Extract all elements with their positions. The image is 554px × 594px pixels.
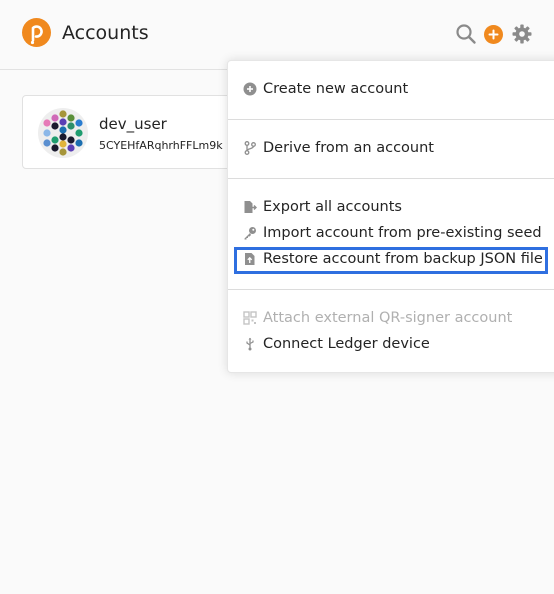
search-icon[interactable] (455, 23, 477, 45)
menu-item-derive-account[interactable]: Derive from an account (243, 137, 548, 159)
menu-item-connect-ledger[interactable]: Connect Ledger device (243, 333, 548, 355)
menu-item-label: Restore account from backup JSON file (263, 251, 543, 267)
menu-item-import-seed[interactable]: Import account from pre-existing seed (243, 222, 548, 244)
menu-divider (228, 289, 554, 290)
menu-item-label: Attach external QR-signer account (263, 310, 513, 326)
key-icon (243, 226, 257, 240)
add-account-icon[interactable] (484, 25, 503, 44)
menu-divider (228, 178, 554, 179)
menu-item-create-account[interactable]: Create new account (243, 78, 548, 100)
menu-item-label: Connect Ledger device (263, 336, 430, 352)
accounts-menu: Create new account Derive from an accoun… (227, 60, 554, 373)
menu-item-restore-json[interactable]: Restore account from backup JSON file (243, 248, 548, 270)
plus-circle-icon (243, 82, 257, 96)
file-export-icon (243, 200, 257, 214)
usb-icon (243, 337, 257, 351)
account-address[interactable]: 5CYEHfARqhrhFFLm9k (99, 139, 229, 152)
menu-item-export-all[interactable]: Export all accounts (243, 196, 548, 218)
branch-icon (243, 141, 257, 155)
account-card[interactable]: dev_user 5CYEHfARqhrhFFLm9k (22, 95, 262, 169)
gear-icon[interactable] (511, 23, 533, 45)
menu-item-label: Export all accounts (263, 199, 402, 215)
menu-item-label: Create new account (263, 81, 409, 97)
qrcode-icon (243, 311, 257, 325)
menu-item-label: Import account from pre-existing seed (263, 225, 542, 241)
polkadot-logo (22, 18, 51, 47)
account-identicon (38, 108, 88, 158)
menu-divider (228, 119, 554, 120)
page-title: Accounts (62, 22, 149, 44)
menu-item-label: Derive from an account (263, 140, 434, 156)
menu-item-attach-qr: Attach external QR-signer account (243, 307, 548, 329)
file-upload-icon (243, 252, 257, 266)
account-name: dev_user (99, 115, 167, 133)
